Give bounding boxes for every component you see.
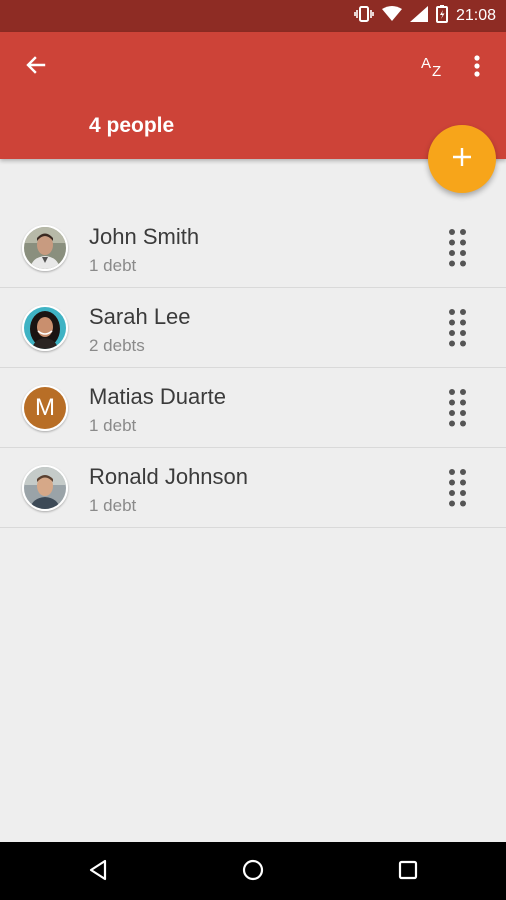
nav-back-button[interactable] xyxy=(82,856,114,888)
sort-az-icon: A Z xyxy=(416,55,450,89)
avatar xyxy=(22,465,68,511)
debt-count: 1 debt xyxy=(89,416,137,435)
avatar xyxy=(22,225,68,271)
avatar: M xyxy=(22,385,68,431)
drag-handle-icon[interactable] xyxy=(447,388,469,428)
signal-icon xyxy=(409,5,428,27)
list-item[interactable]: Ronald Johnson 1 debt xyxy=(0,448,506,528)
battery-icon xyxy=(435,4,448,28)
nav-back-icon xyxy=(86,858,110,887)
system-nav-bar xyxy=(0,842,506,900)
person-name: Sarah Lee xyxy=(89,304,191,329)
nav-recents-button[interactable] xyxy=(392,856,424,888)
people-list: John Smith 1 debt Sarah Lee 2 debts M Ma… xyxy=(0,208,506,528)
back-arrow-icon xyxy=(24,53,48,82)
vibrate-icon xyxy=(354,5,374,28)
sort-button[interactable]: A Z xyxy=(416,51,450,85)
app-bar: A Z 4 people xyxy=(0,32,506,159)
nav-home-icon xyxy=(241,858,265,887)
nav-recents-icon xyxy=(397,859,419,886)
person-name: Ronald Johnson xyxy=(89,464,249,489)
avatar xyxy=(22,305,68,351)
person-name: John Smith xyxy=(89,224,200,249)
drag-handle-icon[interactable] xyxy=(447,468,469,508)
status-time: 21:08 xyxy=(455,7,496,24)
add-person-button[interactable] xyxy=(428,125,496,193)
plus-icon xyxy=(451,146,473,173)
status-bar: 21:08 xyxy=(0,0,506,32)
drag-handle-icon[interactable] xyxy=(447,228,469,268)
wifi-icon xyxy=(381,5,402,27)
list-item[interactable]: M Matias Duarte 1 debt xyxy=(0,368,506,448)
back-button[interactable] xyxy=(18,49,54,85)
more-vert-icon xyxy=(473,54,481,83)
svg-text:Z: Z xyxy=(432,63,441,80)
avatar-initial: M xyxy=(24,387,66,429)
nav-home-button[interactable] xyxy=(237,856,269,888)
more-options-button[interactable] xyxy=(462,51,492,85)
debt-count: 2 debts xyxy=(89,336,145,355)
debt-count: 1 debt xyxy=(89,256,137,275)
list-item[interactable]: John Smith 1 debt xyxy=(0,208,506,288)
svg-text:A: A xyxy=(421,55,431,72)
page-title: 4 people xyxy=(89,114,175,137)
list-item[interactable]: Sarah Lee 2 debts xyxy=(0,288,506,368)
drag-handle-icon[interactable] xyxy=(447,308,469,348)
person-name: Matias Duarte xyxy=(89,384,226,409)
debt-count: 1 debt xyxy=(89,496,137,515)
